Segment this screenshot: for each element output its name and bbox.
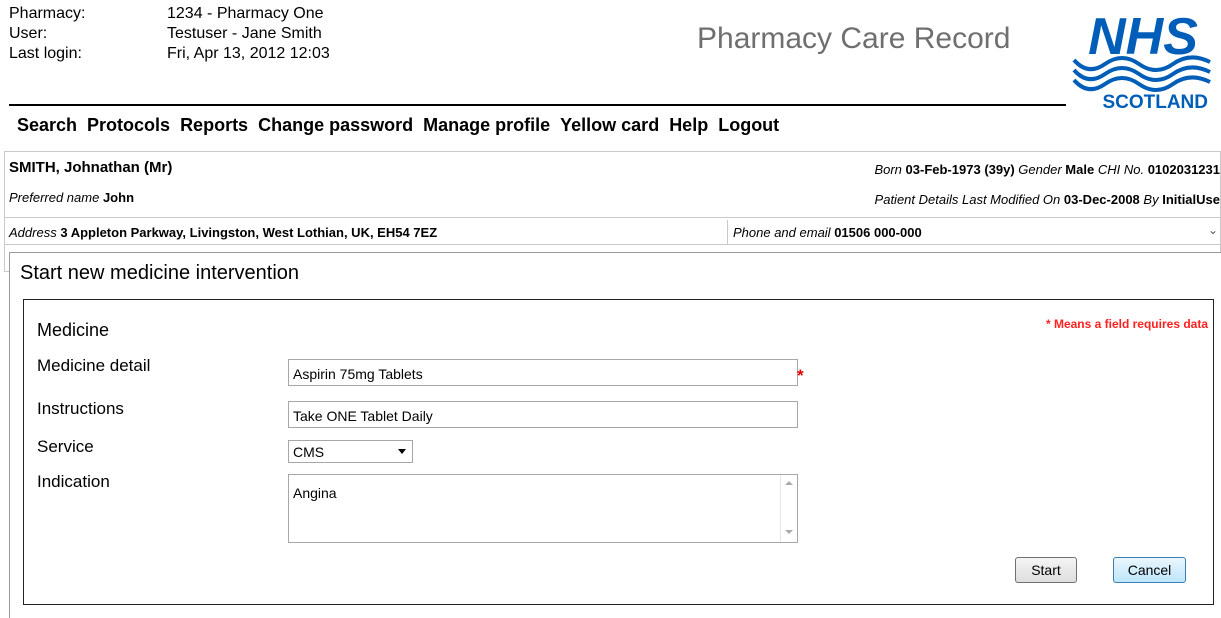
menu-search[interactable]: Search: [17, 115, 77, 136]
dropdown-arrow-icon: [398, 449, 406, 454]
pharmacy-label: Pharmacy:: [9, 5, 86, 22]
required-note: * Means a field requires data: [1045, 317, 1208, 331]
instructions-input[interactable]: Take ONE Tablet Daily: [288, 401, 798, 428]
gender-value: Male: [1065, 162, 1095, 177]
scroll-down-icon[interactable]: [785, 530, 793, 534]
indication-textarea[interactable]: Angina: [288, 474, 798, 543]
born-label: Born: [874, 162, 902, 177]
indication-value: Angina: [293, 485, 337, 501]
chi-value: 0102031231: [1147, 162, 1220, 177]
menu-logout[interactable]: Logout: [718, 115, 779, 136]
user-value: Testuser - Jane Smith: [167, 25, 322, 42]
textarea-scrollbar[interactable]: [780, 475, 797, 542]
patient-name: SMITH, Johnathan (Mr): [9, 159, 173, 176]
panel-title: Start new medicine intervention: [20, 262, 300, 284]
modified-by-label: By: [1143, 192, 1159, 207]
phone-value: 01506 000-000: [834, 225, 922, 240]
age-value: (39y): [984, 162, 1015, 177]
menu-protocols[interactable]: Protocols: [87, 115, 170, 136]
banner-bottom-line: [5, 244, 1220, 245]
indication-label: Indication: [37, 472, 110, 491]
main-menu: Search Protocols Reports Change password…: [17, 115, 789, 136]
section-title: Medicine: [37, 320, 110, 340]
nhs-scotland-logo: NHS SCOTLAND: [1068, 4, 1218, 112]
menu-yellow-card[interactable]: Yellow card: [560, 115, 659, 136]
address-label: Address: [9, 225, 57, 240]
menu-help[interactable]: Help: [669, 115, 708, 136]
banner-divider: [5, 217, 1220, 218]
menu-reports[interactable]: Reports: [180, 115, 248, 136]
required-star: *: [797, 366, 804, 385]
intervention-panel: Start new medicine intervention Medicine…: [9, 252, 1221, 618]
patient-phone: Phone and email 01506 000-000: [733, 225, 922, 240]
modified-label: Patient Details Last Modified On: [874, 192, 1061, 207]
app-title: Pharmacy Care Record: [697, 22, 1011, 55]
preferred-name-label: Preferred name: [9, 190, 100, 205]
header-divider: [9, 104, 1066, 106]
phone-label: Phone and email: [733, 225, 831, 240]
patient-address: Address 3 Appleton Parkway, Livingston, …: [5, 220, 728, 244]
instructions-label: Instructions: [37, 399, 124, 418]
modified-by: InitialUse: [1162, 192, 1220, 207]
address-value: 3 Appleton Parkway, Livingston, West Lot…: [60, 225, 438, 240]
preferred-name: Preferred name John: [9, 190, 134, 205]
last-login-label: Last login:: [9, 45, 82, 62]
modified-date: 03-Dec-2008: [1063, 192, 1140, 207]
scroll-up-icon[interactable]: [785, 481, 793, 485]
user-label: User:: [9, 25, 48, 42]
expand-chevron-icon[interactable]: ⌄: [1208, 223, 1218, 237]
service-value: CMS: [293, 444, 325, 460]
menu-manage-profile[interactable]: Manage profile: [423, 115, 550, 136]
born-value: 03-Feb-1973: [905, 162, 981, 177]
medicine-section: Medicine * Means a field requires data M…: [23, 299, 1214, 605]
last-login-value: Fri, Apr 13, 2012 12:03: [167, 45, 330, 62]
patient-demographics: Born 03-Feb-1973 (39y) Gender Male CHI N…: [874, 162, 1220, 177]
service-label: Service: [37, 437, 94, 456]
last-modified: Patient Details Last Modified On 03-Dec-…: [875, 192, 1220, 207]
start-button[interactable]: Start: [1015, 557, 1077, 583]
chi-label: CHI No.: [1097, 162, 1145, 177]
logo-subtext: SCOTLAND: [1102, 92, 1208, 112]
service-select[interactable]: CMS: [288, 440, 413, 463]
menu-change-password[interactable]: Change password: [258, 115, 413, 136]
medicine-detail-input[interactable]: Aspirin 75mg Tablets: [288, 359, 798, 386]
cancel-button[interactable]: Cancel: [1113, 557, 1186, 583]
session-info: Pharmacy: 1234 - Pharmacy One User: Testus…: [9, 4, 330, 64]
gender-label: Gender: [1018, 162, 1062, 177]
pharmacy-value: 1234 - Pharmacy One: [167, 5, 324, 22]
medicine-detail-label: Medicine detail: [37, 356, 151, 375]
preferred-name-value: John: [102, 190, 135, 205]
